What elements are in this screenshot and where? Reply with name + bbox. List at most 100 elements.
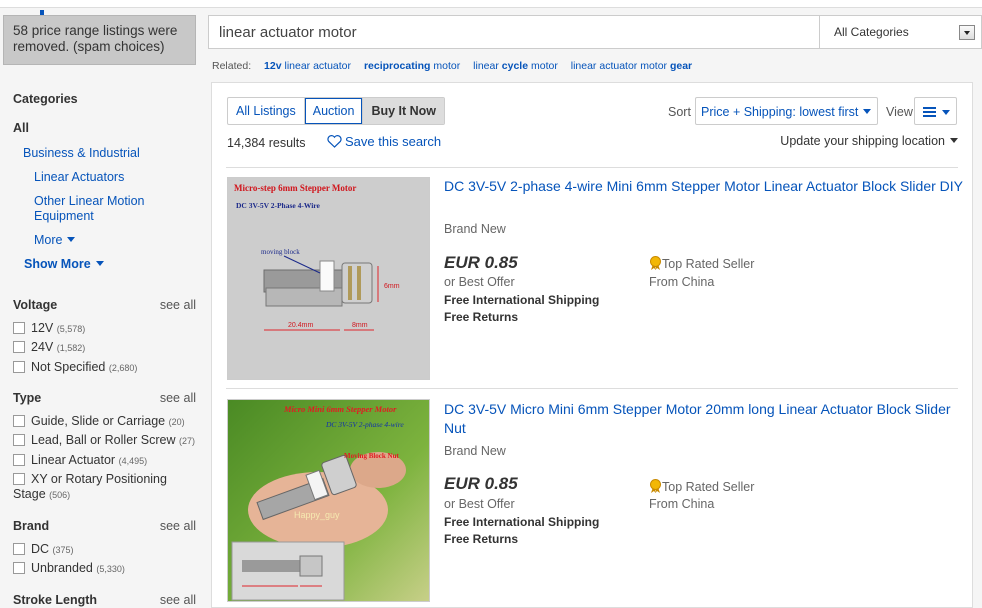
checkbox[interactable] — [13, 341, 25, 353]
results-count: 14,384 results — [227, 136, 306, 150]
svg-text:Moving Block Nut: Moving Block Nut — [344, 452, 400, 460]
svg-text:Micro Mini 6mm Stepper Motor: Micro Mini 6mm Stepper Motor — [283, 404, 397, 414]
listing-1-price: EUR 0.85 — [444, 253, 518, 272]
listing-2-origin: From China — [649, 497, 715, 511]
listing-1-seller-badge: Top Rated Seller — [649, 256, 754, 271]
results-panel: All Listings Auction Buy It Now Sort Pri… — [211, 82, 973, 608]
tab-auction[interactable]: Auction — [304, 98, 364, 124]
filter-sidebar: Categories All Business & Industrial Lin… — [0, 82, 208, 608]
filter-brand-dc[interactable]: DC (375) — [13, 542, 74, 558]
stroke-length-heading: Stroke Length — [13, 593, 98, 607]
listing-2-best-offer: or Best Offer — [444, 497, 515, 511]
checkbox[interactable] — [13, 454, 25, 466]
checkbox[interactable] — [13, 543, 25, 555]
related-link-12v-linear-actuator[interactable]: 12v linear actuator — [264, 60, 351, 72]
chevron-down-icon — [67, 237, 76, 242]
category-linear-actuators[interactable]: Linear Actuators — [34, 170, 124, 185]
svg-text:moving block: moving block — [261, 248, 300, 256]
categories-heading: Categories — [13, 92, 78, 106]
filter-voltage-24v[interactable]: 24V (1,582) — [13, 340, 85, 356]
listing-1-shipping: Free International Shipping — [444, 293, 600, 307]
search-bar: All Categories — [208, 15, 982, 49]
listing-2-condition: Brand New — [444, 444, 506, 458]
svg-text:8mm: 8mm — [352, 322, 368, 329]
filter-voltage-12v[interactable]: 12V (5,578) — [13, 321, 85, 337]
listing-1-returns: Free Returns — [444, 310, 519, 324]
svg-text:Happy_guy: Happy_guy — [294, 510, 340, 520]
listing-2-seller-badge: Top Rated Seller — [649, 479, 754, 494]
category-other-linear-motion[interactable]: Other Linear Motion Equipment — [34, 194, 154, 224]
related-link-linear-actuator-motor-gear[interactable]: linear actuator motor gear — [571, 60, 692, 72]
svg-text:DC 3V-5V 2-Phase 4-Wire: DC 3V-5V 2-Phase 4-Wire — [236, 201, 320, 210]
listing-1-best-offer: or Best Offer — [444, 275, 515, 289]
svg-text:Micro-step 6mm Stepper Motor: Micro-step 6mm Stepper Motor — [234, 183, 356, 193]
top-header-strip — [0, 0, 982, 8]
category-all[interactable]: All — [13, 121, 29, 135]
stepper-motor-photo: Micro-step 6mm Stepper Motor DC 3V-5V 2-… — [228, 178, 429, 379]
checkbox[interactable] — [13, 434, 25, 446]
listing-2-image[interactable]: Micro Mini 6mm Stepper Motor DC 3V-5V 2-… — [227, 399, 430, 602]
brand-heading: Brand — [13, 519, 50, 533]
brand-see-all[interactable]: see all — [160, 519, 196, 533]
view-dropdown[interactable] — [914, 97, 957, 125]
category-select-value: All Categories — [834, 25, 909, 39]
listing-1-condition: Brand New — [444, 222, 506, 236]
chevron-down-icon — [950, 138, 958, 143]
filter-type-lead-screw[interactable]: Lead, Ball or Roller Screw (27) — [13, 433, 195, 449]
tab-buy-it-now[interactable]: Buy It Now — [363, 98, 445, 124]
listing-2-returns: Free Returns — [444, 532, 519, 546]
filter-type-xy-stage[interactable]: XY or Rotary Positioning Stage (506) — [13, 472, 193, 503]
voltage-see-all[interactable]: see all — [160, 298, 196, 312]
shipping-location-link[interactable]: Update your shipping location — [780, 134, 958, 148]
filter-voltage-not-specified[interactable]: Not Specified (2,680) — [13, 360, 137, 376]
listing-1-origin: From China — [649, 275, 715, 289]
tab-all-listings[interactable]: All Listings — [228, 98, 305, 124]
stepper-motor-photo: Micro Mini 6mm Stepper Motor DC 3V-5V 2-… — [228, 400, 429, 601]
related-searches: Related: 12v linear actuator reciprocati… — [212, 60, 692, 72]
filter-brand-unbranded[interactable]: Unbranded (5,330) — [13, 561, 125, 577]
listing-type-tabs: All Listings Auction Buy It Now — [227, 97, 446, 125]
related-label: Related: — [212, 60, 252, 72]
listing-1-title[interactable]: DC 3V-5V 2-phase 4-wire Mini 6mm Stepper… — [444, 177, 964, 196]
svg-text:6mm: 6mm — [384, 283, 400, 290]
related-link-linear-cycle-motor[interactable]: linear cycle motor — [473, 60, 558, 72]
show-more-link[interactable]: Show More — [24, 257, 104, 272]
divider — [226, 167, 958, 168]
svg-text:DC 3V-5V 2-phase 4-wire: DC 3V-5V 2-phase 4-wire — [325, 420, 404, 429]
filter-type-linear-actuator[interactable]: Linear Actuator (4,495) — [13, 453, 147, 469]
stroke-see-all[interactable]: see all — [160, 593, 196, 607]
type-see-all[interactable]: see all — [160, 391, 196, 405]
category-business-industrial[interactable]: Business & Industrial — [23, 146, 140, 161]
checkbox[interactable] — [13, 415, 25, 427]
view-label: View — [886, 105, 913, 119]
listing-2-title[interactable]: DC 3V-5V Micro Mini 6mm Stepper Motor 20… — [444, 400, 964, 438]
category-more-link[interactable]: More — [34, 233, 76, 248]
chevron-down-icon — [95, 261, 104, 266]
checkbox[interactable] — [13, 361, 25, 373]
top-rated-medal-icon — [650, 256, 661, 270]
type-heading: Type — [13, 391, 42, 405]
chevron-down-icon — [863, 109, 872, 114]
dropdown-arrow-icon[interactable] — [959, 25, 975, 40]
sort-dropdown[interactable]: Price + Shipping: lowest first — [695, 97, 878, 125]
list-view-icon — [923, 107, 936, 117]
checkbox[interactable] — [13, 562, 25, 574]
sort-label: Sort — [668, 105, 691, 119]
divider — [226, 388, 958, 389]
listing-1-image[interactable]: Micro-step 6mm Stepper Motor DC 3V-5V 2-… — [227, 177, 430, 380]
svg-text:20.4mm: 20.4mm — [288, 322, 313, 329]
category-select[interactable]: All Categories — [819, 16, 981, 48]
voltage-heading: Voltage — [13, 298, 58, 312]
chevron-down-icon — [942, 110, 950, 115]
filter-type-guide-slide[interactable]: Guide, Slide or Carriage (20) — [13, 414, 185, 430]
heart-icon — [327, 135, 342, 148]
checkbox[interactable] — [13, 322, 25, 334]
search-input[interactable] — [209, 16, 819, 48]
checkbox[interactable] — [13, 473, 25, 485]
save-search-link[interactable]: Save this search — [327, 134, 441, 149]
spam-notice: 58 price range listings were removed. (s… — [3, 15, 196, 65]
top-rated-medal-icon — [650, 479, 661, 493]
listing-2-shipping: Free International Shipping — [444, 515, 600, 529]
listing-2-price: EUR 0.85 — [444, 474, 518, 493]
related-link-reciprocating-motor[interactable]: reciprocating motor — [364, 60, 460, 72]
